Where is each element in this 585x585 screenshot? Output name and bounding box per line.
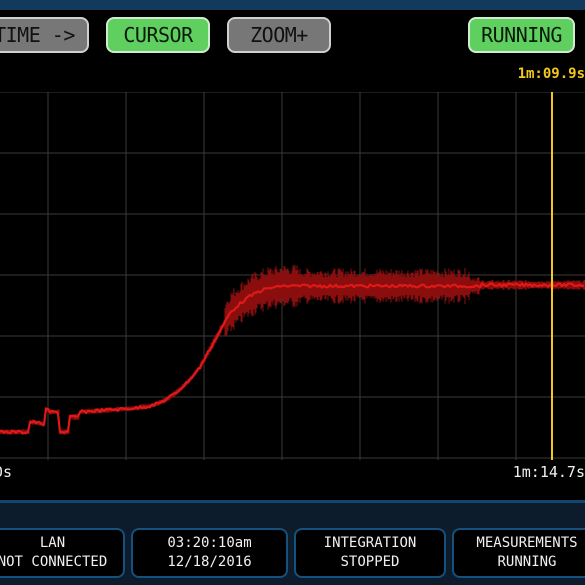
integration-status-value: STOPPED — [340, 554, 400, 570]
cursor-time-readout: 1m:09.9s — [517, 66, 585, 82]
integration-status-title: INTEGRATION — [323, 535, 417, 551]
running-status-button[interactable]: RUNNING — [468, 17, 575, 53]
measurements-status-value: RUNNING — [497, 554, 557, 570]
end-time-label: 1m:14.7s — [512, 463, 585, 481]
lan-status[interactable]: LAN NOT CONNECTED — [0, 528, 125, 578]
instrument-screen: TIME -> CURSOR ZOOM+ RUNNING 1m:09.9s 0s… — [0, 0, 585, 585]
measurements-status-title: MEASUREMENTS — [476, 535, 578, 551]
signal-trace — [0, 282, 585, 435]
clock-time: 03:20:10am — [167, 535, 252, 551]
lan-status-title: LAN — [39, 535, 66, 551]
time-axis-button[interactable]: TIME -> — [0, 17, 89, 53]
lan-status-value: NOT CONNECTED — [0, 554, 108, 570]
top-stripe — [0, 0, 585, 10]
plot-area[interactable] — [0, 92, 585, 460]
integration-status[interactable]: INTEGRATION STOPPED — [294, 528, 446, 578]
start-time-label: 0s — [0, 463, 13, 481]
signal-noise-band — [0, 264, 585, 435]
measurements-status[interactable]: MEASUREMENTS RUNNING — [452, 528, 585, 578]
status-bar: LAN NOT CONNECTED 03:20:10am 12/18/2016 … — [0, 503, 585, 585]
cursor-button[interactable]: CURSOR — [106, 17, 210, 53]
clock-date: 12/18/2016 — [167, 554, 252, 570]
zoom-in-button[interactable]: ZOOM+ — [227, 17, 331, 53]
datetime-status[interactable]: 03:20:10am 12/18/2016 — [131, 528, 288, 578]
